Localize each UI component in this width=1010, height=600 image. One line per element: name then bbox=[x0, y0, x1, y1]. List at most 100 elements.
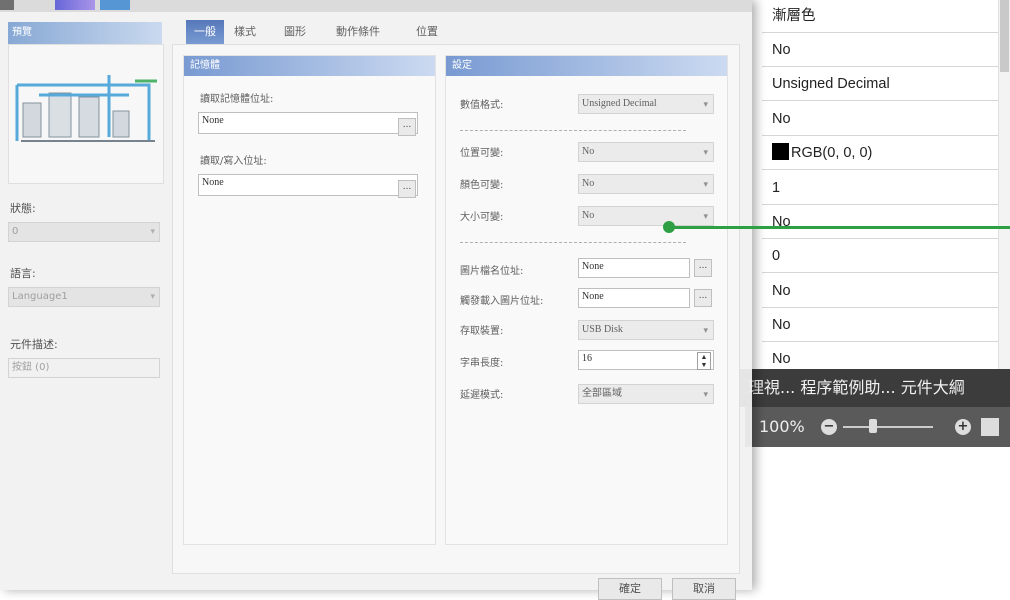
format-select[interactable]: Unsigned Decimal ▾ bbox=[578, 94, 714, 114]
property-row[interactable]: 0 bbox=[762, 240, 998, 273]
description-label: 元件描述: bbox=[10, 338, 58, 351]
thumb-icon bbox=[100, 0, 130, 10]
tab-action-condition[interactable]: 動作條件 bbox=[328, 20, 388, 44]
chevron-down-icon: ▾ bbox=[703, 147, 708, 157]
property-value: 漸層色 bbox=[772, 8, 816, 24]
read-address-value: None bbox=[202, 115, 224, 126]
trigger-address-value: None bbox=[582, 291, 604, 302]
fit-view-icon[interactable] bbox=[981, 418, 999, 436]
chevron-down-icon: ▾ bbox=[703, 211, 708, 221]
tab-graphic[interactable]: 圖形 bbox=[276, 20, 314, 44]
property-row[interactable]: No bbox=[762, 275, 998, 308]
tab-panel: 記憶體 讀取記憶體位址: None ... 讀取/寫入位址: None ... … bbox=[172, 44, 740, 574]
write-address-input[interactable]: None bbox=[198, 174, 418, 196]
language-select[interactable]: Language1 ▾ bbox=[8, 287, 160, 307]
storage-value: USB Disk bbox=[582, 324, 623, 335]
read-address-browse-button[interactable]: ... bbox=[398, 118, 416, 136]
chevron-down-icon: ▾ bbox=[150, 227, 155, 237]
color-variable-value: No bbox=[582, 178, 595, 189]
divider bbox=[460, 242, 686, 243]
position-variable-label: 位置可變: bbox=[460, 148, 504, 159]
property-value: 1 bbox=[772, 180, 781, 196]
chevron-down-icon: ▾ bbox=[703, 179, 708, 189]
property-value: No bbox=[772, 42, 791, 58]
scrollbar-thumb[interactable] bbox=[1000, 0, 1009, 72]
cancel-button[interactable]: 取消 bbox=[672, 578, 736, 600]
property-row[interactable]: 漸層色 bbox=[762, 0, 998, 33]
storage-select[interactable]: USB Disk ▾ bbox=[578, 320, 714, 340]
ok-button[interactable]: 確定 bbox=[598, 578, 662, 600]
property-value: No bbox=[772, 283, 791, 299]
read-address-label: 讀取記憶體位址: bbox=[200, 94, 274, 105]
display-mode-label: 延遲模式: bbox=[460, 390, 504, 401]
language-value: Language1 bbox=[12, 291, 68, 302]
thumb-icon bbox=[55, 0, 95, 10]
property-grid: 漸層色 No Unsigned Decimal No RGB(0, 0, 0) … bbox=[762, 0, 1010, 376]
property-dialog: 預覽 狀態: 0 ▾ 語言: Language1 ▾ 元件描述: 按鈕 (0) 一般… bbox=[0, 0, 752, 600]
language-label: 語言: bbox=[10, 267, 36, 280]
connector-dot bbox=[663, 221, 675, 233]
trigger-address-input[interactable]: None bbox=[578, 288, 690, 308]
storage-label: 存取裝置: bbox=[460, 326, 504, 337]
zoom-slider-thumb[interactable] bbox=[869, 419, 877, 433]
property-row[interactable]: No bbox=[762, 206, 998, 239]
description-field[interactable]: 按鈕 (0) bbox=[8, 358, 160, 378]
display-mode-select[interactable]: 全部區域 ▾ bbox=[578, 384, 714, 404]
tab-general[interactable]: 一般 bbox=[186, 20, 224, 44]
zoom-in-icon[interactable]: + bbox=[955, 419, 971, 435]
property-row[interactable]: Unsigned Decimal bbox=[762, 68, 998, 101]
tab-style[interactable]: 樣式 bbox=[226, 20, 264, 44]
image-name-address-input[interactable]: None bbox=[578, 258, 690, 278]
display-mode-value: 全部區域 bbox=[582, 388, 622, 399]
settings-group-title: 設定 bbox=[446, 56, 727, 76]
property-row[interactable]: No bbox=[762, 309, 998, 342]
spin-arrows-icon[interactable]: ▲ ▼ bbox=[697, 352, 711, 370]
status-bar: 100% − + bbox=[745, 407, 1010, 447]
chevron-down-icon: ▾ bbox=[150, 292, 155, 302]
image-name-browse-button[interactable]: ... bbox=[694, 259, 712, 277]
memory-group-title: 記憶體 bbox=[184, 56, 435, 76]
format-value: Unsigned Decimal bbox=[582, 98, 657, 109]
property-value: RGB(0, 0, 0) bbox=[791, 145, 873, 161]
bottom-tab-labels[interactable]: 理視... 程序範例助... 元件大綱 bbox=[748, 378, 965, 397]
settings-group: 設定 數值格式: Unsigned Decimal ▾ 位置可變: No ▾ 顏色可… bbox=[445, 55, 728, 545]
connector-line bbox=[668, 226, 1010, 229]
property-row[interactable]: No bbox=[762, 103, 998, 136]
thumb-icon bbox=[0, 0, 14, 10]
zoom-slider[interactable] bbox=[843, 426, 933, 428]
size-variable-value: No bbox=[582, 210, 595, 221]
position-variable-value: No bbox=[582, 146, 595, 157]
description-value: 按鈕 (0) bbox=[12, 362, 50, 373]
image-name-address-label: 圖片檔名位址: bbox=[460, 266, 524, 277]
state-label: 狀態: bbox=[10, 202, 36, 215]
zoom-level: 100% bbox=[759, 417, 805, 436]
preview-header: 預覽 bbox=[8, 22, 162, 44]
divider bbox=[460, 130, 686, 131]
size-variable-select[interactable]: No ▾ bbox=[578, 206, 714, 226]
property-row[interactable]: No bbox=[762, 34, 998, 67]
trigger-address-label: 觸發載入圖片位址: bbox=[460, 296, 544, 307]
state-select[interactable]: 0 ▾ bbox=[8, 222, 160, 242]
read-address-input[interactable]: None bbox=[198, 112, 418, 134]
plant-diagram-icon bbox=[9, 45, 163, 183]
trigger-address-browse-button[interactable]: ... bbox=[694, 289, 712, 307]
title-strip bbox=[0, 0, 752, 12]
bottom-tab-bar[interactable]: 理視... 程序範例助... 元件大綱 bbox=[740, 369, 1010, 407]
chevron-down-icon: ▾ bbox=[703, 325, 708, 335]
zoom-out-icon[interactable]: − bbox=[821, 419, 837, 435]
write-address-value: None bbox=[202, 177, 224, 188]
property-value: No bbox=[772, 317, 791, 333]
string-length-stepper[interactable]: 16 ▲ ▼ bbox=[578, 350, 714, 370]
position-variable-select[interactable]: No ▾ bbox=[578, 142, 714, 162]
format-label: 數值格式: bbox=[460, 100, 504, 111]
write-address-browse-button[interactable]: ... bbox=[398, 180, 416, 198]
string-length-label: 字串長度: bbox=[460, 358, 504, 369]
size-variable-label: 大小可變: bbox=[460, 212, 504, 223]
color-variable-select[interactable]: No ▾ bbox=[578, 174, 714, 194]
property-value: No bbox=[772, 111, 791, 127]
image-name-address-value: None bbox=[582, 261, 604, 272]
chevron-down-icon: ▾ bbox=[703, 389, 708, 399]
tab-position[interactable]: 位置 bbox=[408, 20, 446, 44]
property-row[interactable]: 1 bbox=[762, 172, 998, 205]
property-row[interactable]: RGB(0, 0, 0) bbox=[762, 137, 998, 170]
